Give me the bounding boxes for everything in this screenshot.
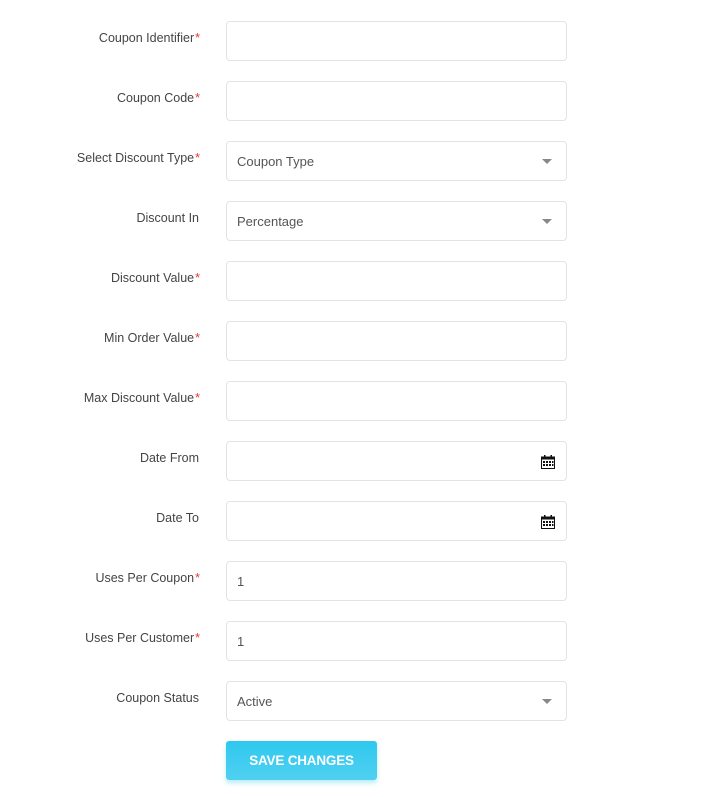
required-asterisk: * [195, 271, 200, 285]
field-label: Date From [139, 451, 199, 465]
calendar-icon[interactable] [541, 515, 555, 529]
field-label: Coupon Status [116, 691, 199, 705]
field-row-discount-value: Discount Value* [0, 261, 706, 301]
uses-per-customer-field[interactable] [226, 621, 567, 661]
field-row-discount-in: Discount In Percentage [0, 201, 706, 241]
field-row-date-to: Date To [0, 501, 706, 541]
field-label: Select Discount Type* [76, 151, 200, 165]
max-discount-value-field[interactable] [226, 381, 567, 421]
date-from-input[interactable] [227, 442, 547, 480]
coupon-identifier-field[interactable] [226, 21, 567, 61]
uses-per-customer-input[interactable] [227, 622, 547, 660]
min-order-value-field[interactable] [226, 321, 567, 361]
coupon-status-select[interactable]: Active [226, 681, 567, 721]
required-asterisk: * [195, 391, 200, 405]
coupon-code-field[interactable] [226, 81, 567, 121]
coupon-identifier-input[interactable] [227, 22, 547, 60]
required-asterisk: * [195, 631, 200, 645]
field-row-coupon-code: Coupon Code* [0, 81, 706, 121]
date-to-field[interactable] [226, 501, 567, 541]
caret-down-icon [542, 159, 552, 164]
uses-per-coupon-input[interactable] [227, 562, 547, 600]
field-label: Date To [156, 511, 199, 525]
calendar-icon[interactable] [541, 455, 555, 469]
required-asterisk: * [195, 331, 200, 345]
field-row-uses-per-customer: Uses Per Customer* [0, 621, 706, 661]
field-label: Coupon Identifier* [98, 31, 200, 45]
field-label: Uses Per Customer* [85, 631, 200, 645]
select-value: Active [237, 694, 273, 709]
field-row-coupon-identifier: Coupon Identifier* [0, 21, 706, 61]
field-row-discount-type: Select Discount Type* Coupon Type [0, 141, 706, 181]
discount-value-field[interactable] [226, 261, 567, 301]
max-discount-value-input[interactable] [227, 382, 547, 420]
field-label: Max Discount Value* [83, 391, 200, 405]
field-label: Discount In [136, 211, 199, 225]
required-asterisk: * [195, 571, 200, 585]
discount-value-input[interactable] [227, 262, 547, 300]
field-row-date-from: Date From [0, 441, 706, 481]
caret-down-icon [542, 699, 552, 704]
field-row-coupon-status: Coupon Status Active [0, 681, 706, 721]
uses-per-coupon-field[interactable] [226, 561, 567, 601]
field-label: Uses Per Coupon* [95, 571, 200, 585]
discount-in-select[interactable]: Percentage [226, 201, 567, 241]
save-changes-button[interactable]: SAVE CHANGES [226, 741, 377, 780]
required-asterisk: * [195, 91, 200, 105]
select-value: Coupon Type [237, 154, 315, 169]
min-order-value-input[interactable] [227, 322, 547, 360]
field-label: Min Order Value* [104, 331, 200, 345]
coupon-code-input[interactable] [227, 82, 547, 120]
date-from-field[interactable] [226, 441, 567, 481]
date-to-input[interactable] [227, 502, 547, 540]
coupon-form: Coupon Identifier* Coupon Code* Select D… [0, 21, 706, 741]
field-label: Discount Value* [110, 271, 200, 285]
field-label: Coupon Code* [116, 91, 200, 105]
required-asterisk: * [195, 31, 200, 45]
select-value: Percentage [237, 214, 304, 229]
caret-down-icon [542, 219, 552, 224]
field-row-uses-per-coupon: Uses Per Coupon* [0, 561, 706, 601]
discount-type-select[interactable]: Coupon Type [226, 141, 567, 181]
required-asterisk: * [195, 151, 200, 165]
field-row-max-discount-value: Max Discount Value* [0, 381, 706, 421]
field-row-min-order-value: Min Order Value* [0, 321, 706, 361]
